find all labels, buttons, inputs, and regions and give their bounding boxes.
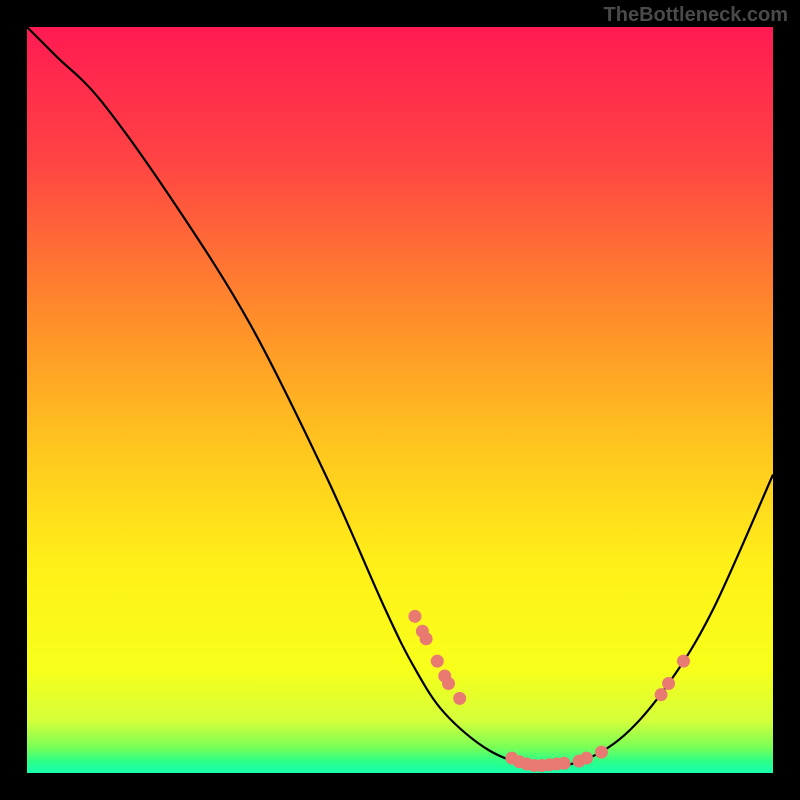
data-point [431, 655, 444, 668]
data-point [595, 746, 608, 759]
data-point [408, 610, 421, 623]
data-point [420, 632, 433, 645]
bottleneck-curve [27, 27, 773, 767]
curve-layer [27, 27, 773, 773]
data-point [453, 692, 466, 705]
data-point [677, 655, 690, 668]
data-point [558, 757, 571, 770]
data-point [662, 677, 675, 690]
plot-area [27, 27, 773, 773]
data-point [442, 677, 455, 690]
data-point [655, 688, 668, 701]
data-point [580, 752, 593, 765]
highlighted-points [408, 610, 690, 772]
watermark-text: TheBottleneck.com [604, 4, 788, 27]
